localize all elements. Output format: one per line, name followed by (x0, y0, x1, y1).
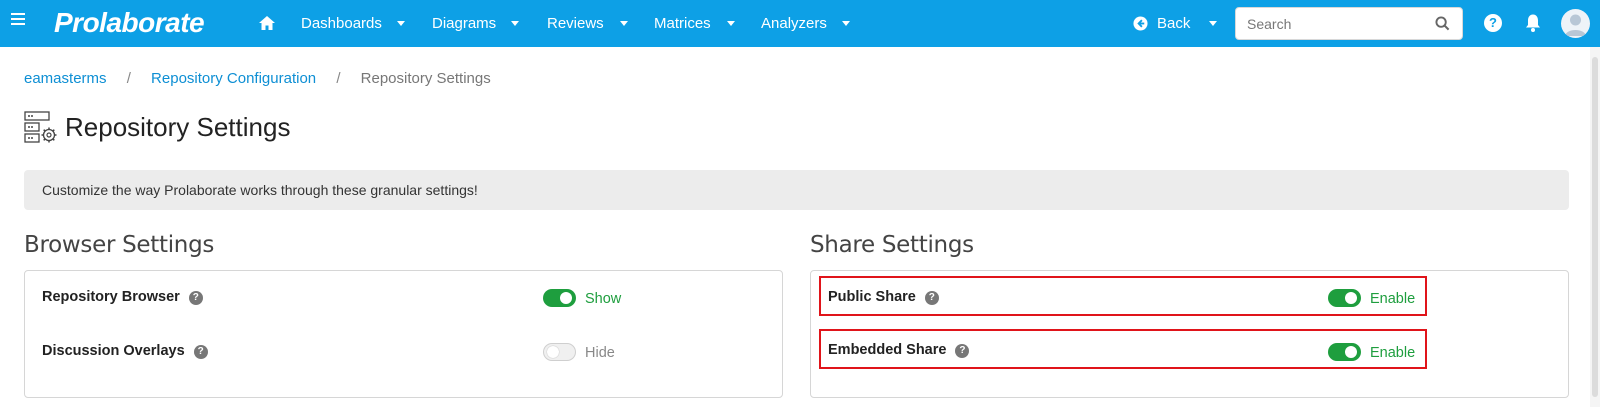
chevron-down-icon[interactable] (727, 21, 735, 26)
breadcrumb-item-repository[interactable]: eamasterms (24, 70, 107, 87)
help-icon[interactable]: ? (188, 291, 203, 305)
top-navbar: Prolaborate Dashboards Diagrams Reviews … (0, 0, 1600, 47)
search-input[interactable] (1236, 8, 1416, 39)
nav-dashboards[interactable]: Dashboards (301, 15, 382, 32)
help-icon[interactable]: ? (193, 345, 208, 359)
setting-label: Public Share (828, 289, 916, 305)
nav-reviews[interactable]: Reviews (547, 15, 604, 32)
setting-label: Embedded Share (828, 342, 947, 358)
breadcrumb-item-current: Repository Settings (360, 70, 491, 87)
nav-matrices[interactable]: Matrices (654, 15, 711, 32)
help-icon[interactable]: ? (955, 344, 970, 358)
chevron-down-icon[interactable] (511, 21, 519, 26)
chevron-down-icon[interactable] (397, 21, 405, 26)
page-title: Repository Settings (65, 112, 291, 142)
setting-repository-browser: Repository Browser? (42, 289, 203, 305)
breadcrumb-item-repository-configuration[interactable]: Repository Configuration (151, 70, 316, 87)
help-icon[interactable]: ? (924, 291, 939, 305)
setting-embedded-share: Embedded Share? (828, 342, 970, 358)
public-share-toggle[interactable] (1328, 289, 1361, 307)
breadcrumb-separator: / (126, 70, 131, 87)
setting-label: Discussion Overlays (42, 343, 185, 359)
browser-settings-title: Browser Settings (24, 232, 215, 258)
server-settings-icon (24, 111, 57, 143)
setting-public-share: Public Share? (828, 289, 939, 305)
setting-label: Repository Browser (42, 289, 180, 305)
back-arrow-icon[interactable] (1133, 16, 1148, 31)
hamburger-icon[interactable] (11, 13, 25, 27)
setting-discussion-overlays: Discussion Overlays? (42, 343, 208, 359)
chevron-down-icon[interactable] (842, 21, 850, 26)
toggle-state-label: Enable (1370, 345, 1416, 361)
discussion-overlays-toggle[interactable] (543, 343, 576, 361)
avatar-icon[interactable] (1561, 9, 1590, 38)
app-logo[interactable]: Prolaborate (54, 7, 205, 39)
search-box (1235, 7, 1463, 40)
scrollbar-thumb[interactable] (1592, 57, 1598, 397)
search-icon[interactable] (1435, 16, 1450, 31)
toggle-state-label: Hide (585, 345, 615, 361)
bell-icon[interactable] (1524, 13, 1542, 33)
back-button[interactable]: Back (1157, 15, 1190, 32)
home-icon[interactable] (258, 14, 276, 32)
share-settings-card: Public Share? Enable Embedded Share? Ena… (810, 270, 1569, 398)
info-banner: Customize the way Prolaborate works thro… (24, 170, 1569, 210)
toggle-state-label: Show (585, 291, 622, 307)
nav-analyzers[interactable]: Analyzers (761, 15, 827, 32)
vertical-scrollbar[interactable] (1590, 47, 1600, 407)
chevron-down-icon[interactable] (1209, 21, 1217, 26)
browser-settings-card: Repository Browser? Show Discussion Over… (24, 270, 783, 398)
share-settings-title: Share Settings (810, 232, 974, 258)
toggle-state-label: Enable (1370, 291, 1416, 307)
breadcrumb: eamasterms / Repository Configuration / … (24, 70, 491, 87)
help-icon[interactable]: ? (1484, 14, 1502, 32)
breadcrumb-separator: / (336, 70, 341, 87)
nav-diagrams[interactable]: Diagrams (432, 15, 496, 32)
repository-browser-toggle[interactable] (543, 289, 576, 307)
chevron-down-icon[interactable] (620, 21, 628, 26)
embedded-share-toggle[interactable] (1328, 343, 1361, 361)
